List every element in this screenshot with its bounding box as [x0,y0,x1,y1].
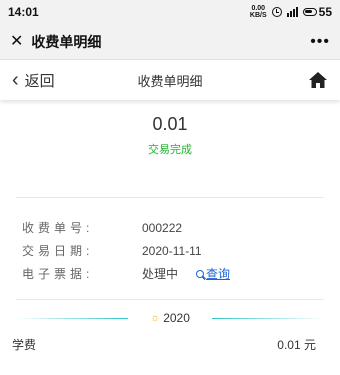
query-link-label: 查询 [206,267,231,281]
status-bar: 14:01 0.00 KB/S 55 [0,0,340,24]
year-label: ☼ 2020 [128,311,212,325]
detail-row-order-number: 收费单号: 000222 [22,216,340,239]
back-label: 返回 [24,72,55,90]
year-line-right [211,317,325,319]
amount-value: 0.01 [152,114,188,134]
search-icon [196,269,205,278]
close-icon[interactable]: ✕ [10,33,23,50]
detail-value: 000222 [142,220,183,235]
status-icons: 0.00 KB/S 55 [250,5,332,19]
divider [16,299,324,300]
detail-label: 电子票据: [22,267,94,281]
fee-amount: 0.01 元 [277,338,316,352]
fee-name: 学费 [12,338,37,352]
alarm-icon [271,7,282,17]
mini-program-header: ✕ 收费单明细 ••• [0,24,340,60]
signal-icon [286,7,298,17]
detail-row-date: 交易日期: 2020-11-11 [22,239,340,262]
year-header: ☼ 2020 [0,306,340,330]
nav-bar: ‹ 返回 收费单明细 [0,60,340,100]
amount-summary: 0.01 交易完成 [0,100,340,157]
detail-label: 收费单号: [22,221,94,235]
transaction-status: 交易完成 [148,144,192,156]
fee-row: 学费 0.01 元 [0,336,340,353]
detail-row-e-invoice: 电子票据: 处理中 查询 [22,262,340,285]
detail-label: 交易日期: [22,244,94,258]
sun-icon: ☼ [150,312,161,324]
details-list: 收费单号: 000222 交易日期: 2020-11-11 电子票据: 处理中 … [0,198,340,285]
detail-value: 处理中 [142,267,179,281]
battery-level: 55 [318,5,332,19]
clock: 14:01 [8,5,39,19]
home-icon[interactable] [308,71,328,89]
year-line-left [16,317,129,319]
detail-value: 2020-11-11 [142,243,202,258]
query-link[interactable]: 查询 [196,265,230,282]
more-icon[interactable]: ••• [310,33,330,51]
battery-icon: 55 [302,5,332,19]
year-text: 2020 [163,311,190,325]
chevron-left-icon: ‹ [12,69,19,91]
mini-program-title: 收费单明细 [31,33,102,50]
network-speed-icon: 0.00 KB/S [249,5,267,19]
back-button[interactable]: ‹ 返回 [12,70,55,91]
